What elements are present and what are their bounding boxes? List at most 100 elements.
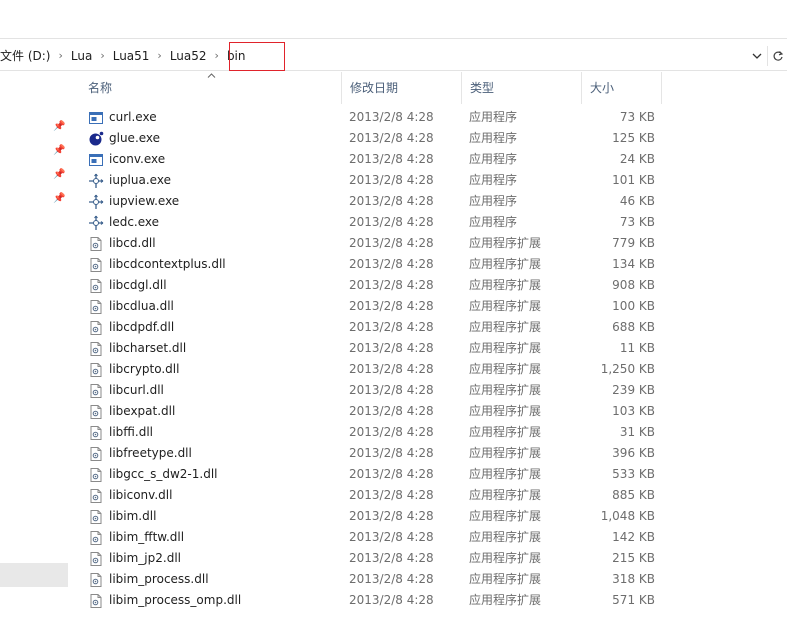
chevron-right-icon[interactable]: ›: [96, 49, 108, 62]
file-row[interactable]: libfreetype.dll 2013/2/8 4:28 应用程序扩展 396 KB: [80, 443, 680, 464]
file-date: 2013/2/8 4:28: [349, 278, 434, 292]
file-row[interactable]: libcdlua.dll 2013/2/8 4:28 应用程序扩展 100 KB: [80, 296, 680, 317]
file-row[interactable]: iconv.exe 2013/2/8 4:28 应用程序 24 KB: [80, 149, 680, 170]
file-row[interactable]: curl.exe 2013/2/8 4:28 应用程序 73 KB: [80, 107, 680, 128]
file-row[interactable]: libiconv.dll 2013/2/8 4:28 应用程序扩展 885 KB: [80, 485, 680, 506]
dll-file-icon: [88, 593, 104, 609]
file-type: 应用程序扩展: [469, 404, 542, 418]
file-row[interactable]: libim_jp2.dll 2013/2/8 4:28 应用程序扩展 215 KB: [80, 548, 680, 569]
file-type: 应用程序扩展: [469, 572, 542, 586]
file-row[interactable]: libcurl.dll 2013/2/8 4:28 应用程序扩展 239 KB: [80, 380, 680, 401]
file-type: 应用程序扩展: [469, 341, 542, 355]
file-date: 2013/2/8 4:28: [349, 320, 434, 334]
dll-file-icon: [88, 383, 104, 399]
file-row[interactable]: libim_process_omp.dll 2013/2/8 4:28 应用程序扩展…: [80, 590, 680, 611]
file-type: 应用程序: [469, 173, 518, 187]
file-name: libiconv.dll: [109, 488, 173, 502]
file-type: 应用程序扩展: [469, 593, 542, 607]
file-date: 2013/2/8 4:28: [349, 131, 434, 145]
breadcrumb-drive[interactable]: 文件 (D:): [0, 47, 54, 64]
chevron-right-icon[interactable]: ›: [211, 49, 223, 62]
window-app-icon: [88, 152, 104, 168]
file-row[interactable]: glue.exe 2013/2/8 4:28 应用程序 125 KB: [80, 128, 680, 149]
dll-file-icon: [88, 446, 104, 462]
file-size: 11 KB: [619, 341, 655, 355]
column-header-type[interactable]: 类型: [462, 72, 582, 104]
file-size: 396 KB: [612, 446, 655, 460]
file-date: 2013/2/8 4:28: [349, 425, 434, 439]
chevron-right-icon[interactable]: ›: [153, 49, 165, 62]
file-row[interactable]: libim_process.dll 2013/2/8 4:28 应用程序扩展 318 …: [80, 569, 680, 590]
file-type: 应用程序: [469, 110, 518, 124]
file-name: libcdcontextplus.dll: [109, 257, 226, 271]
file-row[interactable]: libcdgl.dll 2013/2/8 4:28 应用程序扩展 908 KB: [80, 275, 680, 296]
file-row[interactable]: iupview.exe 2013/2/8 4:28 应用程序 46 KB: [80, 191, 680, 212]
chevron-down-icon[interactable]: [749, 46, 765, 66]
file-size: 134 KB: [612, 257, 655, 271]
file-name: curl.exe: [109, 110, 157, 124]
navigation-selected-item[interactable]: [0, 563, 68, 587]
file-size: 73 KB: [619, 110, 655, 124]
pin-icon[interactable]: 📌: [53, 121, 65, 132]
file-row[interactable]: libcdcontextplus.dll 2013/2/8 4:28 应用程序扩展 1…: [80, 254, 680, 275]
file-date: 2013/2/8 4:28: [349, 467, 434, 481]
file-row[interactable]: libexpat.dll 2013/2/8 4:28 应用程序扩展 103 KB: [80, 401, 680, 422]
file-row[interactable]: libffi.dll 2013/2/8 4:28 应用程序扩展 31 KB: [80, 422, 680, 443]
column-header-date[interactable]: 修改日期: [342, 72, 462, 104]
file-name: libim_process_omp.dll: [109, 593, 242, 607]
pin-icon[interactable]: 📌: [53, 145, 65, 156]
lua-app-icon: [88, 131, 104, 147]
file-row[interactable]: libcd.dll 2013/2/8 4:28 应用程序扩展 779 KB: [80, 233, 680, 254]
column-header-size[interactable]: 大小: [582, 72, 662, 104]
file-date: 2013/2/8 4:28: [349, 530, 434, 544]
file-row[interactable]: libcharset.dll 2013/2/8 4:28 应用程序扩展 11 KB: [80, 338, 680, 359]
file-type: 应用程序: [469, 215, 518, 229]
file-name: libim_process.dll: [109, 572, 209, 586]
address-bar[interactable]: 文件 (D:) › Lua › Lua51 › Lua52 › bin: [0, 38, 787, 71]
dll-file-icon: [88, 341, 104, 357]
file-date: 2013/2/8 4:28: [349, 383, 434, 397]
annotation-highlight-box: [229, 42, 285, 71]
chevron-right-icon[interactable]: ›: [54, 49, 66, 62]
pin-icon[interactable]: 📌: [53, 193, 65, 204]
file-name: libim_fftw.dll: [109, 530, 185, 544]
dll-file-icon: [88, 530, 104, 546]
file-row[interactable]: libgcc_s_dw2-1.dll 2013/2/8 4:28 应用程序扩展 533…: [80, 464, 680, 485]
column-header-name[interactable]: 名称: [80, 72, 342, 104]
file-type: 应用程序扩展: [469, 299, 542, 313]
file-date: 2013/2/8 4:28: [349, 446, 434, 460]
file-row[interactable]: libcrypto.dll 2013/2/8 4:28 应用程序扩展 1,250 KB: [80, 359, 680, 380]
file-row[interactable]: libim.dll 2013/2/8 4:28 应用程序扩展 1,048 KB: [80, 506, 680, 527]
breadcrumb-lua[interactable]: Lua: [67, 49, 96, 63]
file-row[interactable]: libcdpdf.dll 2013/2/8 4:28 应用程序扩展 688 KB: [80, 317, 680, 338]
breadcrumb: 文件 (D:) › Lua › Lua51 › Lua52 › bin: [0, 39, 250, 72]
file-date: 2013/2/8 4:28: [349, 404, 434, 418]
breadcrumb-lua52[interactable]: Lua52: [166, 49, 211, 63]
file-type: 应用程序扩展: [469, 257, 542, 271]
breadcrumb-lua51[interactable]: Lua51: [109, 49, 154, 63]
file-type: 应用程序扩展: [469, 467, 542, 481]
file-row[interactable]: iuplua.exe 2013/2/8 4:28 应用程序 101 KB: [80, 170, 680, 191]
file-name: iconv.exe: [109, 152, 166, 166]
file-name: libcrypto.dll: [109, 362, 180, 376]
file-size: 46 KB: [619, 194, 655, 208]
file-name: iupview.exe: [109, 194, 180, 208]
dll-file-icon: [88, 299, 104, 315]
dll-file-icon: [88, 404, 104, 420]
file-name: libim_jp2.dll: [109, 551, 181, 565]
file-row[interactable]: ledc.exe 2013/2/8 4:28 应用程序 73 KB: [80, 212, 680, 233]
file-date: 2013/2/8 4:28: [349, 509, 434, 523]
file-name: libcurl.dll: [109, 383, 164, 397]
dll-file-icon: [88, 572, 104, 588]
file-name: libcdpdf.dll: [109, 320, 175, 334]
file-name: libexpat.dll: [109, 404, 176, 418]
file-date: 2013/2/8 4:28: [349, 173, 434, 187]
file-name: libcdgl.dll: [109, 278, 167, 292]
pin-icon[interactable]: 📌: [53, 169, 65, 180]
file-row[interactable]: libim_fftw.dll 2013/2/8 4:28 应用程序扩展 142 KB: [80, 527, 680, 548]
file-size: 73 KB: [619, 215, 655, 229]
file-date: 2013/2/8 4:28: [349, 215, 434, 229]
refresh-icon[interactable]: [767, 45, 787, 66]
file-date: 2013/2/8 4:28: [349, 593, 434, 607]
file-type: 应用程序扩展: [469, 425, 542, 439]
